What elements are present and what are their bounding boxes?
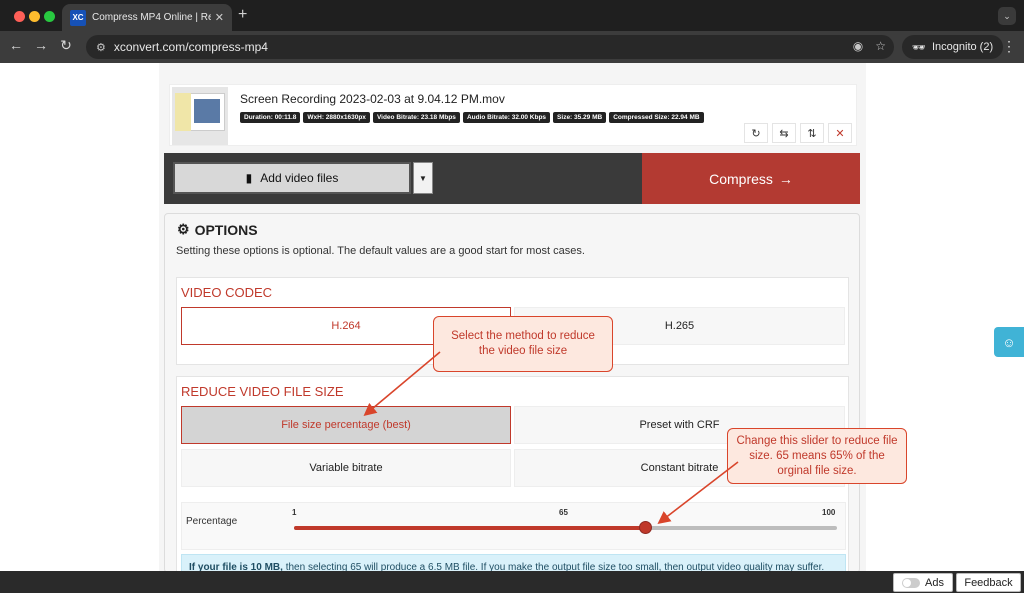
- incognito-label: Incognito (2): [931, 41, 994, 53]
- options-title: OPTIONS: [194, 221, 258, 238]
- file-actions: ↻ ⇆ ⇅ ✕: [744, 123, 852, 143]
- bottom-bar: Ads Feedback: [0, 571, 1024, 593]
- caret-down-icon: ▼: [419, 173, 427, 183]
- info-bold: If your file is 10 MB,: [189, 562, 283, 571]
- video-bitrate-badge: Video Bitrate: 23.18 Mbps: [372, 112, 460, 123]
- file-thumbnail: [172, 87, 228, 145]
- favicon-icon: XC: [70, 9, 86, 26]
- bookmark-star-icon[interactable]: ☆: [875, 39, 886, 53]
- feedback-button[interactable]: Feedback: [956, 573, 1021, 592]
- compress-label: Compress: [709, 170, 773, 187]
- add-video-files-button[interactable]: ▮ Add video files: [173, 162, 411, 194]
- duration-badge: Duration: 00:11.8: [240, 112, 301, 123]
- sort-icon[interactable]: ⇅: [800, 123, 824, 143]
- annotation-callout-method: Select the method to reduce the video fi…: [433, 316, 613, 372]
- annotation-callout-slider: Change this slider to reduce file size. …: [727, 428, 907, 484]
- remove-file-icon[interactable]: ✕: [828, 123, 852, 143]
- reload-icon[interactable]: ↻: [56, 37, 76, 54]
- slider-track[interactable]: [294, 521, 837, 534]
- tab-title: Compress MP4 Online | Redu: [92, 12, 211, 23]
- size-badge: Size: 35.29 MB: [553, 112, 607, 123]
- forward-arrow-icon[interactable]: →: [31, 37, 51, 53]
- browser-menu-icon[interactable]: ⋮: [1002, 38, 1016, 55]
- reduce-option-percentage[interactable]: File size percentage (best): [181, 406, 511, 444]
- browser-tab[interactable]: XC Compress MP4 Online | Redu ✕: [62, 4, 232, 31]
- swap-icon[interactable]: ⇆: [772, 123, 796, 143]
- back-arrow-icon[interactable]: ←: [6, 37, 26, 53]
- rotate-icon[interactable]: ↻: [744, 123, 768, 143]
- incognito-badge[interactable]: 🕶 Incognito (2): [902, 35, 1004, 59]
- options-panel: ⚙ OPTIONS Setting these options is optio…: [164, 213, 860, 571]
- close-window-icon[interactable]: [14, 11, 25, 22]
- tab-list-chevron-icon[interactable]: ⌄: [998, 7, 1016, 25]
- minimize-window-icon[interactable]: [29, 11, 40, 22]
- slider-max-label: 100: [822, 508, 836, 517]
- audio-bitrate-badge: Audio Bitrate: 32.00 Kbps: [462, 112, 551, 123]
- slider-label: Percentage: [186, 516, 238, 527]
- info-box: If your file is 10 MB, then selecting 65…: [181, 554, 846, 571]
- video-codec-title: VIDEO CODEC: [181, 285, 273, 300]
- action-bar: ▮ Add video files ▼ Compress →: [164, 153, 860, 204]
- arrow-right-icon: →: [778, 170, 793, 187]
- info-text: then selecting 65 will produce a 6.5 MB …: [282, 562, 825, 571]
- toggle-icon: [902, 577, 921, 588]
- slider-min-label: 1: [292, 508, 297, 517]
- chat-widget-icon[interactable]: ☺: [994, 327, 1024, 357]
- options-subtitle: Setting these options is optional. The d…: [176, 245, 585, 257]
- file-card: Screen Recording 2023-02-03 at 9.04.12 P…: [169, 84, 857, 146]
- compress-button[interactable]: Compress →: [642, 153, 860, 204]
- add-video-files-label: Add video files: [260, 171, 339, 185]
- url-text: xconvert.com/compress-mp4: [113, 40, 268, 54]
- compressed-size-badge: Compressed Size: 22.94 MB: [609, 112, 704, 123]
- incognito-icon: 🕶: [912, 41, 926, 54]
- options-heading: ⚙ OPTIONS: [177, 221, 258, 238]
- reduce-option-variable-bitrate[interactable]: Variable bitrate: [181, 449, 511, 487]
- tab-close-icon[interactable]: ✕: [215, 11, 224, 24]
- eye-off-icon[interactable]: ◉: [853, 39, 863, 53]
- file-info-badges: Duration: 00:11.8 WxH: 2880x1630px Video…: [240, 112, 704, 123]
- add-source-dropdown[interactable]: ▼: [413, 162, 433, 194]
- percentage-slider-row: Percentage 1 65 100: [181, 502, 846, 550]
- maximize-window-icon[interactable]: [44, 11, 55, 22]
- ads-toggle-button[interactable]: Ads: [893, 573, 953, 592]
- address-bar[interactable]: ⚙ xconvert.com/compress-mp4 ◉ ☆: [86, 35, 894, 59]
- ads-label: Ads: [925, 576, 944, 589]
- slider-value-label: 65: [559, 508, 568, 517]
- file-name: Screen Recording 2023-02-03 at 9.04.12 P…: [240, 92, 505, 106]
- slider-thumb[interactable]: [639, 521, 653, 534]
- slider-fill: [294, 526, 646, 530]
- dimensions-badge: WxH: 2880x1630px: [303, 112, 370, 123]
- new-tab-icon[interactable]: +: [238, 6, 247, 24]
- file-icon: ▮: [245, 171, 253, 185]
- reduce-size-title: REDUCE VIDEO FILE SIZE: [181, 384, 344, 399]
- browser-titlebar: XC Compress MP4 Online | Redu ✕ + ⌄: [0, 0, 1024, 31]
- gear-icon: ⚙: [177, 221, 190, 237]
- site-settings-icon[interactable]: ⚙: [96, 41, 106, 54]
- browser-toolbar: ← → ↻ ⚙ xconvert.com/compress-mp4 ◉ ☆ 🕶 …: [0, 31, 1024, 63]
